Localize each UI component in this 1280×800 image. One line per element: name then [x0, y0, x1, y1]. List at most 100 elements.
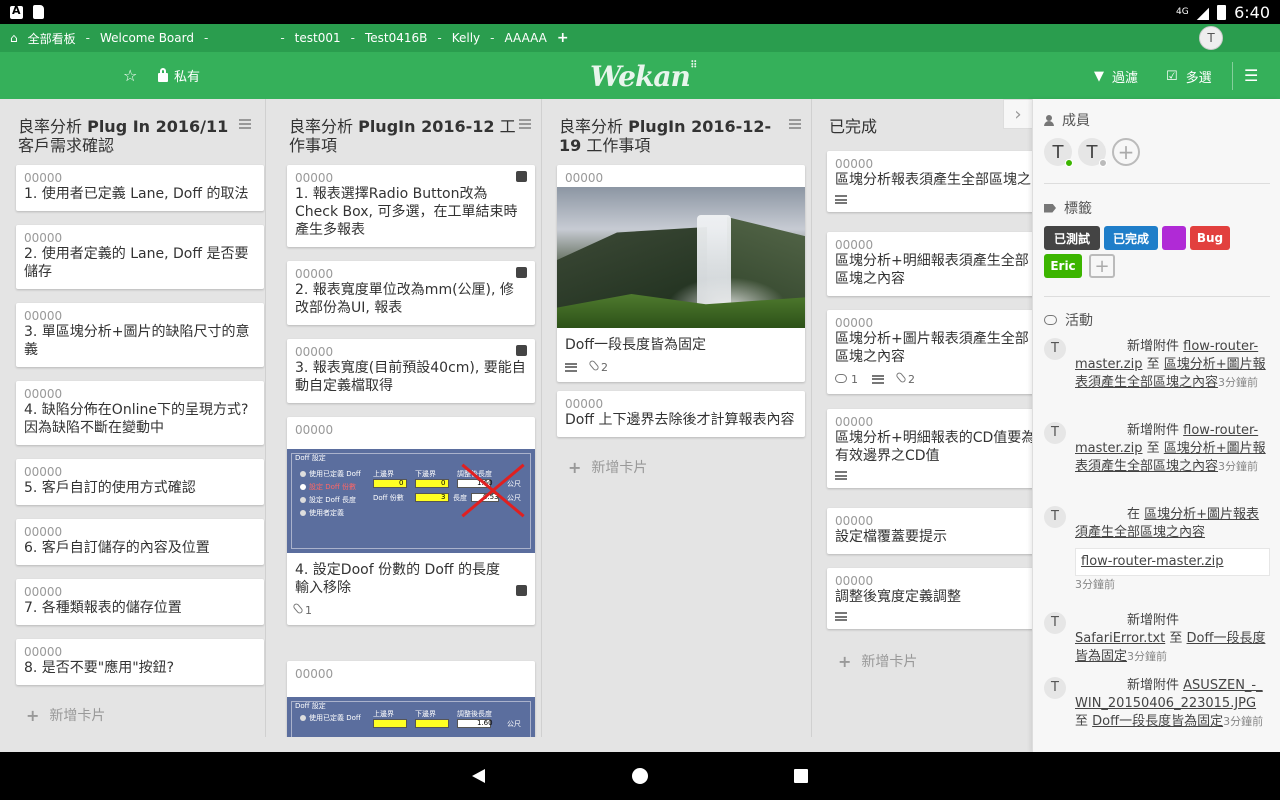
member-avatar[interactable]: T: [1044, 138, 1073, 167]
list-item[interactable]: 00000 Doff 上下邊界去除後才計算報表內容: [557, 391, 805, 437]
members-heading: 成員: [1044, 110, 1090, 130]
label-tested[interactable]: 已測試: [1044, 226, 1100, 250]
red-cross-mark: [453, 461, 523, 521]
list-title[interactable]: 良率分析 PlugIn 2016-12-19 工作事項: [546, 99, 811, 163]
filter-label: 過濾: [1112, 71, 1139, 86]
avatar: T: [1044, 677, 1066, 699]
member-avatar[interactable]: T: [1078, 138, 1107, 167]
battery-icon: [1217, 4, 1227, 20]
activity-card-link[interactable]: Doff一段長度皆為固定: [1092, 714, 1223, 729]
list-item[interactable]: 00000 5. 客戶自訂的使用方式確認: [16, 459, 264, 505]
description-badge-icon: [516, 171, 527, 182]
list-menu-icon[interactable]: [239, 119, 251, 129]
boards-bar: ⌂ 全部看板 - Welcome Board - - test001 - Tes…: [0, 24, 1280, 52]
privacy-toggle[interactable]: 私有: [158, 66, 200, 85]
board-link-welcome[interactable]: Welcome Board: [100, 31, 194, 45]
activity-file-link[interactable]: SafariError.txt: [1075, 631, 1165, 646]
board-link-test0416b[interactable]: Test0416B: [365, 31, 427, 45]
add-label-button[interactable]: +: [1089, 254, 1115, 278]
add-card-button[interactable]: + 新增卡片: [26, 705, 105, 725]
label-purple[interactable]: [1162, 226, 1186, 250]
description-badge-icon: [516, 345, 527, 356]
home-icon[interactable]: ⌂: [10, 31, 18, 45]
list-item[interactable]: 00000 3. 單區塊分析+圖片的缺陷尺寸的意義: [16, 303, 264, 367]
multiselect-label: 多選: [1185, 71, 1212, 86]
list-item[interactable]: 00000 4. 缺陷分佈在Online下的呈現方式? 因為缺陷不斷在變動中: [16, 381, 264, 445]
list-item[interactable]: 00000 2. 報表寬度單位改為mm(公厘), 修改部份為UI, 報表: [287, 261, 535, 325]
all-boards-link[interactable]: 全部看板: [28, 30, 76, 47]
list-item[interactable]: 00000 6. 客戶自訂儲存的內容及位置: [16, 519, 264, 565]
list-item[interactable]: 00000 區塊分析+明細報表須產生全部區塊之內容: [827, 232, 1045, 296]
description-badge-icon: [516, 585, 527, 596]
list-menu-icon[interactable]: [789, 119, 801, 129]
list-item[interactable]: 00000 區塊分析+明細報表的CD值要為有效邊界之CD值: [827, 409, 1045, 488]
add-member-button[interactable]: +: [1112, 138, 1140, 166]
avatar: T: [1044, 422, 1066, 444]
list-item[interactable]: 00000 3. 報表寬度(目前預設40cm), 要能自動自定義檔取得: [287, 339, 535, 403]
tag-icon: [1044, 203, 1056, 213]
label-done[interactable]: 已完成: [1104, 226, 1158, 250]
plus-icon: +: [838, 651, 852, 671]
multiselect-button[interactable]: ☑ 多選: [1166, 67, 1212, 86]
chat-icon: [1044, 315, 1057, 325]
list-item[interactable]: 00000 8. 是否不要"應用"按鈕?: [16, 639, 264, 685]
paperclip-icon: [895, 371, 907, 384]
star-icon[interactable]: ☆: [123, 66, 137, 85]
android-status-bar: 4G ◢ 6:40: [0, 0, 1280, 24]
labels-heading: 標籤: [1044, 198, 1092, 218]
list-item[interactable]: 00000 7. 各種類報表的儲存位置: [16, 579, 264, 625]
list-item[interactable]: 00000 Doff 設定 使用已定義 Doff 設定 Doff 份數 設定 D…: [287, 417, 535, 625]
signal-icon: ◢: [1196, 2, 1210, 22]
list-item[interactable]: 00000 區塊分析+圖片報表須產生全部區塊之內容 1 2: [827, 310, 1045, 394]
add-board-icon[interactable]: +: [557, 30, 569, 46]
list-menu-icon[interactable]: [519, 119, 531, 129]
wekan-logo: Wekan⠿: [590, 60, 698, 93]
user-avatar[interactable]: T: [1199, 26, 1223, 50]
filter-button[interactable]: ▼ 過濾: [1094, 67, 1138, 86]
lock-icon: [158, 68, 168, 82]
list-item[interactable]: 00000 2. 使用者定義的 Lane, Doff 是否要儲存: [16, 225, 264, 289]
plus-icon: +: [568, 457, 582, 477]
list-item[interactable]: 00000 1. 使用者已定義 Lane, Doff 的取法: [16, 165, 264, 211]
activity-attachment-link[interactable]: flow-router-master.zip: [1075, 548, 1270, 576]
avatar: T: [1044, 612, 1066, 634]
checkbox-icon: ☑: [1166, 69, 1178, 84]
label-eric[interactable]: Eric: [1044, 254, 1082, 278]
list-item[interactable]: 00000 Doff一段長度皆為固定 2: [557, 165, 805, 382]
card-cover-form-image: Doff 設定 使用已定義 Doff 設定 Doff 份數 設定 Doff 長度…: [287, 449, 535, 553]
avatar: T: [1044, 338, 1066, 360]
recent-apps-icon[interactable]: [794, 769, 808, 783]
back-icon[interactable]: [472, 769, 485, 783]
home-button-icon[interactable]: [632, 768, 648, 784]
comment-icon: [835, 373, 847, 383]
sidebar-collapse-button[interactable]: ›: [1003, 99, 1032, 129]
label-bug[interactable]: Bug: [1190, 226, 1230, 250]
chevron-right-icon: ›: [1014, 103, 1022, 125]
card-cover-waterfall-image: [557, 187, 805, 328]
list-item[interactable]: 00000 設定檔覆蓋要提示: [827, 508, 1045, 554]
board-link-aaaaa[interactable]: AAAAA: [504, 31, 546, 45]
activity-heading: 活動: [1044, 310, 1093, 330]
hamburger-menu-icon[interactable]: ☰: [1244, 66, 1258, 85]
list-item[interactable]: 00000 調整後寬度定義調整: [827, 568, 1045, 629]
description-icon: [835, 195, 847, 204]
add-card-button[interactable]: + 新增卡片: [568, 457, 647, 477]
list-plugin-201612: 良率分析 PlugIn 2016-12 工作事項 00000 1. 報表選擇Rad…: [276, 99, 542, 737]
paperclip-icon: [292, 602, 304, 615]
list-title[interactable]: 良率分析 PlugIn 2016-12 工作事項: [276, 99, 541, 163]
avatar: T: [1044, 506, 1066, 528]
add-card-button[interactable]: + 新增卡片: [838, 651, 917, 671]
card-cover-form-image: Doff 設定 使用已定義 Doff 上邊界 下邊界 調整後長度 1.60 公尺: [287, 697, 535, 737]
attachment-count: 1: [292, 602, 312, 617]
plus-icon: +: [26, 705, 40, 725]
list-done: 已完成 00000 區塊分析報表須產生全部區塊之 00000 區塊分析+明細報表須產…: [816, 99, 1046, 737]
list-item[interactable]: 00000 Doff 設定 使用已定義 Doff 上邊界 下邊界 調整後長度 1…: [287, 661, 535, 737]
board-link-test001[interactable]: test001: [295, 31, 341, 45]
list-title[interactable]: 良率分析 Plug In 2016/11 客戶需求確認: [0, 99, 265, 163]
board-link-kelly[interactable]: Kelly: [452, 31, 480, 45]
person-icon: [1044, 114, 1054, 126]
description-badge-icon: [516, 267, 527, 278]
list-item[interactable]: 00000 1. 報表選擇Radio Button改為Check Box, 可多選…: [287, 165, 535, 247]
list-item[interactable]: 00000 區塊分析報表須產生全部區塊之: [827, 151, 1045, 212]
description-icon: [835, 612, 847, 621]
